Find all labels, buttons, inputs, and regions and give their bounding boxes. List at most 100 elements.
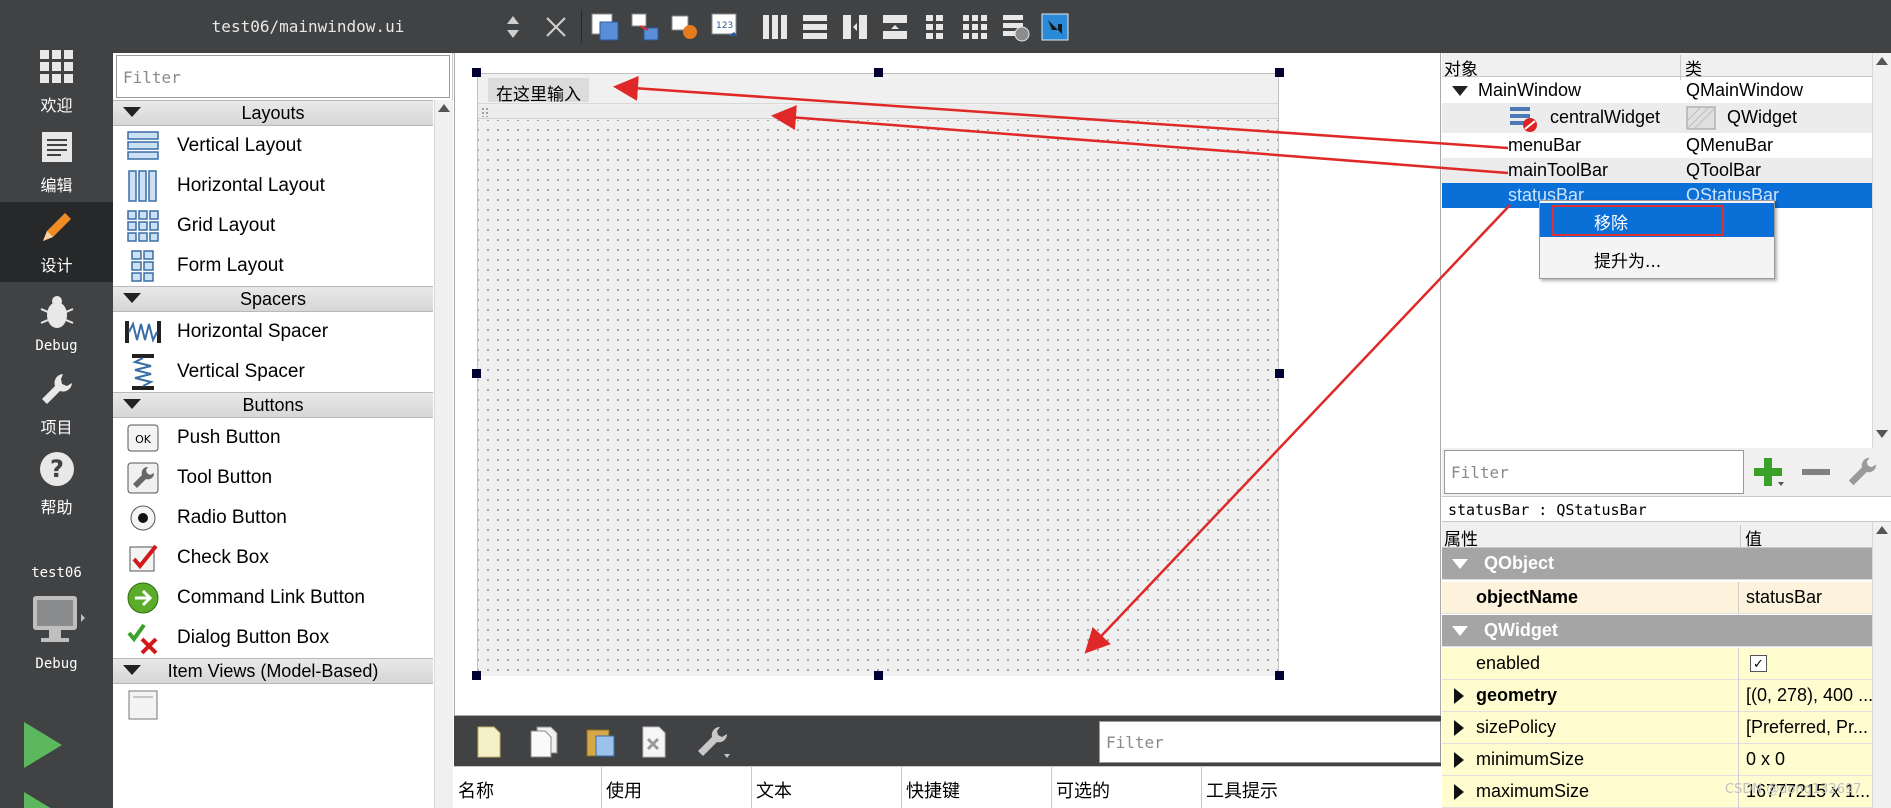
central-widget-canvas[interactable]	[478, 120, 1278, 676]
header-value[interactable]: 值	[1740, 525, 1872, 550]
column-shortcut[interactable]: 快捷键	[902, 767, 1052, 808]
widget-dialog-button-box[interactable]: Dialog Button Box	[113, 618, 433, 658]
object-inspector-scrollbar[interactable]	[1872, 53, 1891, 448]
widget-vertical-layout[interactable]: Vertical Layout	[113, 126, 433, 166]
add-dynamic-property-icon[interactable]	[1751, 455, 1785, 489]
expand-arrow-icon[interactable]	[1454, 720, 1464, 736]
widget-push-button[interactable]: OK Push Button	[113, 418, 433, 458]
prop-sizepolicy[interactable]: sizePolicy [Preferred, Pr...	[1442, 712, 1872, 744]
scroll-up-icon[interactable]	[1873, 523, 1891, 537]
widget-horizontal-spacer[interactable]: Horizontal Spacer	[113, 312, 433, 352]
prop-enabled[interactable]: enabled ✓	[1442, 648, 1872, 680]
resize-handle[interactable]	[1275, 68, 1284, 77]
configure-wrench-icon[interactable]	[694, 724, 730, 760]
header-object[interactable]: 对象	[1444, 55, 1478, 80]
resize-handle[interactable]	[472, 369, 481, 378]
mode-projects[interactable]: 项目	[0, 364, 113, 444]
delete-action-icon[interactable]	[637, 724, 673, 760]
tree-row-mainwindow[interactable]: MainWindow QMainWindow	[1442, 78, 1872, 103]
menu-item-promote[interactable]: 提升为...	[1540, 241, 1774, 275]
form-menubar[interactable]: 在这里输入	[478, 74, 1278, 105]
widget-command-link-button[interactable]: Command Link Button	[113, 578, 433, 618]
scroll-up-icon[interactable]	[435, 101, 454, 115]
group-qwidget[interactable]: QWidget	[1442, 615, 1872, 647]
copy-action-icon[interactable]	[526, 724, 562, 760]
open-file-combo[interactable]: test06/mainwindow.ui	[113, 0, 503, 53]
resize-handle[interactable]	[472, 68, 481, 77]
menu-type-here[interactable]: 在这里输入	[488, 78, 589, 105]
form-main-toolbar[interactable]	[478, 105, 1278, 119]
layout-horizontal-splitter-icon[interactable]	[838, 10, 872, 44]
resize-handle[interactable]	[874, 68, 883, 77]
resize-handle[interactable]	[874, 671, 883, 680]
scroll-up-icon[interactable]	[1873, 54, 1891, 68]
column-tooltip[interactable]: 工具提示	[1202, 767, 1441, 808]
prop-value[interactable]: 0 x 0	[1746, 749, 1872, 770]
run-button[interactable]	[20, 720, 64, 770]
tree-row-menubar[interactable]: menuBar QMenuBar	[1442, 133, 1872, 158]
layout-horizontal-icon[interactable]	[758, 10, 792, 44]
group-qobject[interactable]: QObject	[1442, 548, 1872, 580]
property-filter-input[interactable]: Filter	[1444, 450, 1744, 494]
tree-row-centralwidget[interactable]: centralWidget QWidget	[1442, 103, 1872, 133]
debug-run-button[interactable]	[20, 790, 64, 808]
widget-radio-button[interactable]: Radio Button	[113, 498, 433, 538]
widget-form-layout[interactable]: Form Layout	[113, 246, 433, 286]
column-used[interactable]: 使用	[602, 767, 752, 808]
prop-value[interactable]: statusBar	[1746, 587, 1872, 608]
category-item-views[interactable]: Item Views (Model-Based)	[113, 658, 433, 684]
expand-arrow-icon[interactable]	[1454, 688, 1464, 704]
widget-horizontal-layout[interactable]: Horizontal Layout	[113, 166, 433, 206]
widget-box-scrollbar[interactable]	[434, 100, 453, 808]
expand-triangle-icon[interactable]	[1452, 86, 1468, 96]
edit-buddies-icon[interactable]	[668, 10, 702, 44]
resize-handle[interactable]	[472, 671, 481, 680]
expand-arrow-icon[interactable]	[1454, 752, 1464, 768]
resize-handle[interactable]	[1275, 671, 1284, 680]
prop-minimumsize[interactable]: minimumSize 0 x 0	[1442, 744, 1872, 776]
close-document-icon[interactable]	[543, 14, 569, 40]
main-window-form[interactable]: 在这里输入	[477, 73, 1279, 676]
tree-row-maintoolbar[interactable]: mainToolBar QToolBar	[1442, 158, 1872, 183]
mode-debug[interactable]: Debug	[0, 284, 113, 364]
resize-handle[interactable]	[1275, 369, 1284, 378]
widget-filter-input[interactable]: Filter	[116, 55, 450, 98]
widget-grid-layout[interactable]: Grid Layout	[113, 206, 433, 246]
layout-vertical-splitter-icon[interactable]	[878, 10, 912, 44]
column-name[interactable]: 名称	[454, 767, 602, 808]
enabled-checkbox[interactable]: ✓	[1750, 655, 1767, 672]
mode-help[interactable]: ? 帮助	[0, 444, 113, 524]
expand-arrow-icon[interactable]	[1454, 784, 1464, 800]
mode-design[interactable]: 设计	[0, 202, 113, 282]
configure-wrench-icon[interactable]	[1845, 455, 1879, 489]
edit-signals-slots-icon[interactable]	[628, 10, 662, 44]
mode-edit[interactable]: 编辑	[0, 122, 113, 202]
break-layout-icon[interactable]	[998, 10, 1032, 44]
updown-arrows-icon[interactable]	[505, 14, 521, 40]
column-checkable[interactable]: 可选的	[1052, 767, 1202, 808]
layout-vertical-icon[interactable]	[798, 10, 832, 44]
layout-form-icon[interactable]	[918, 10, 952, 44]
widget-vertical-spacer[interactable]: Vertical Spacer	[113, 352, 433, 392]
category-spacers[interactable]: Spacers	[113, 286, 433, 312]
widget-tool-button[interactable]: Tool Button	[113, 458, 433, 498]
edit-widgets-icon[interactable]	[588, 10, 622, 44]
widget-list-view[interactable]	[113, 684, 433, 724]
prop-value[interactable]: [Preferred, Pr...	[1746, 717, 1872, 738]
header-class[interactable]: 类	[1680, 55, 1872, 80]
kit-selector[interactable]: Debug	[0, 592, 113, 682]
edit-tab-order-icon[interactable]: 123	[708, 10, 742, 44]
widget-check-box[interactable]: Check Box	[113, 538, 433, 578]
adjust-size-icon[interactable]	[1038, 10, 1072, 44]
category-buttons[interactable]: Buttons	[113, 392, 433, 418]
prop-geometry[interactable]: geometry [(0, 278), 400 ...	[1442, 680, 1872, 712]
prop-value[interactable]: [(0, 278), 400 ...	[1746, 685, 1872, 706]
mode-welcome[interactable]: 欢迎	[0, 42, 113, 122]
scroll-down-icon[interactable]	[1873, 427, 1891, 441]
paste-action-icon[interactable]	[583, 724, 619, 760]
action-filter-input[interactable]: Filter	[1099, 721, 1441, 763]
column-text[interactable]: 文本	[752, 767, 902, 808]
header-property[interactable]: 属性	[1444, 525, 1478, 550]
remove-property-icon[interactable]	[1799, 455, 1833, 489]
new-action-icon[interactable]	[471, 724, 507, 760]
